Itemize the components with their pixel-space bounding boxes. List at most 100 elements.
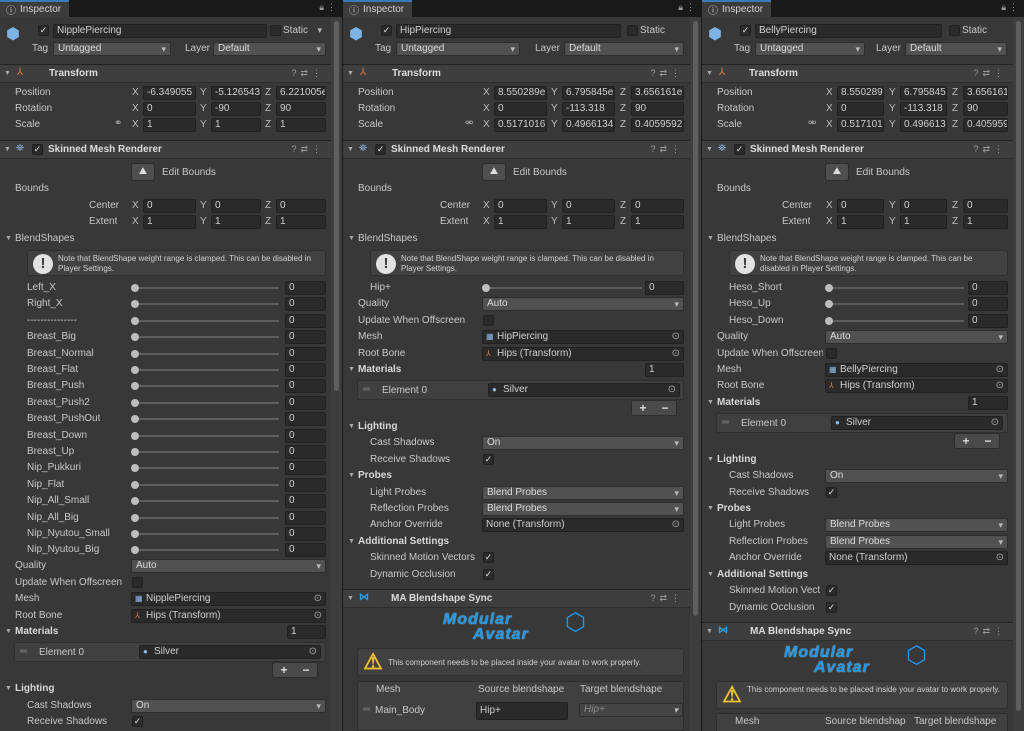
slider-knob[interactable] <box>131 530 139 538</box>
scale-y[interactable]: 1 <box>211 118 261 132</box>
cast-shadows-dropdown[interactable]: On <box>482 436 684 450</box>
add-button[interactable]: + <box>962 434 969 448</box>
slider-track[interactable] <box>137 517 279 519</box>
fold-arrow-icon[interactable]: ▼ <box>706 625 713 639</box>
materials-count[interactable]: 1 <box>645 363 684 377</box>
blendshape-slider[interactable] <box>131 363 279 377</box>
rotation-z[interactable]: 90 <box>963 102 1008 116</box>
drag-handle-icon[interactable]: ═ <box>722 417 729 428</box>
receive-shadows-checkbox[interactable]: ✓ <box>826 487 837 498</box>
component-menu-icons[interactable]: ?⇄⋮ <box>650 593 684 604</box>
extent-x[interactable]: 1 <box>494 215 547 229</box>
remove-button[interactable]: − <box>984 434 991 448</box>
add-button[interactable]: + <box>639 401 646 415</box>
anchor-override-field[interactable]: None (Transform) <box>482 518 684 532</box>
fold-arrow-icon[interactable]: ▼ <box>707 502 714 516</box>
center-z[interactable]: 0 <box>631 199 684 213</box>
scrollbar[interactable] <box>690 17 701 731</box>
blendshape-value-field[interactable]: 0 <box>285 494 326 508</box>
slider-track[interactable] <box>137 418 279 420</box>
tag-dropdown[interactable]: Untagged <box>396 42 520 56</box>
fold-arrow-icon[interactable]: ▼ <box>347 143 354 157</box>
blendshape-value-field[interactable]: 0 <box>285 297 326 311</box>
slider-knob[interactable] <box>131 481 139 489</box>
scale-x[interactable]: 0.517101 <box>837 118 884 132</box>
materials-count[interactable]: 1 <box>287 625 326 639</box>
static-checkbox[interactable] <box>627 25 638 36</box>
layer-dropdown[interactable]: Default <box>905 42 1007 56</box>
cast-shadows-dropdown[interactable]: On <box>825 469 1008 483</box>
slider-track[interactable] <box>137 385 279 387</box>
scale-z[interactable]: 0.4059592 <box>631 118 684 132</box>
slider-knob[interactable] <box>131 300 139 308</box>
blendshape-value-field[interactable]: 0 <box>968 297 1008 311</box>
component-menu-icons[interactable]: ?⇄⋮ <box>650 68 684 79</box>
smr-enabled-checkbox[interactable]: ✓ <box>375 144 386 155</box>
fold-arrow-icon[interactable]: ▼ <box>348 363 355 377</box>
scrollbar[interactable] <box>331 17 342 731</box>
update-offscreen-checkbox[interactable] <box>483 315 494 326</box>
slider-knob[interactable] <box>131 415 139 423</box>
slider-track[interactable] <box>137 303 279 305</box>
blendshape-slider[interactable] <box>131 396 279 410</box>
position-y[interactable]: -5.126543 <box>211 86 261 100</box>
blendshape-value-field[interactable]: 0 <box>285 461 326 475</box>
blendshape-slider[interactable] <box>131 429 279 443</box>
ma-blendshape-sync-header[interactable]: ▼ ⋈ MA Blendshape Sync ?⇄⋮ <box>702 622 1013 641</box>
slider-knob[interactable] <box>131 464 139 472</box>
center-y[interactable]: 0 <box>211 199 261 213</box>
scale-x[interactable]: 0.5171016 <box>494 118 547 132</box>
blendshape-slider[interactable] <box>825 281 964 295</box>
center-x[interactable]: 0 <box>837 199 884 213</box>
position-x[interactable]: 8.550289 <box>837 86 884 100</box>
extent-z[interactable]: 1 <box>631 215 684 229</box>
blendshape-slider[interactable] <box>131 379 279 393</box>
slider-track[interactable] <box>137 336 279 338</box>
blendshape-slider[interactable] <box>131 412 279 426</box>
blendshape-value-field[interactable]: 0 <box>285 347 326 361</box>
slider-knob[interactable] <box>131 333 139 341</box>
blendshape-value-field[interactable]: 0 <box>285 445 326 459</box>
slider-knob[interactable] <box>131 546 139 554</box>
object-name-field[interactable]: BellyPiercing <box>755 24 942 38</box>
position-y[interactable]: 6.795845 <box>900 86 947 100</box>
slider-track[interactable] <box>137 467 279 469</box>
scale-z[interactable]: 0.405959 <box>963 118 1008 132</box>
remove-button[interactable]: − <box>661 401 668 415</box>
layer-dropdown[interactable]: Default <box>213 42 326 56</box>
fold-arrow-icon[interactable]: ▼ <box>707 396 714 410</box>
slider-track[interactable] <box>137 402 279 404</box>
motion-vectors-checkbox[interactable]: ✓ <box>483 552 494 563</box>
slider-knob[interactable] <box>131 382 139 390</box>
edit-bounds-button[interactable]: ⛰ <box>131 163 155 181</box>
scale-y[interactable]: 0.4966134 <box>562 118 615 132</box>
extent-z[interactable]: 1 <box>276 215 326 229</box>
material-field[interactable]: ● Silver <box>139 645 321 659</box>
component-menu-icons[interactable]: ?⇄⋮ <box>973 626 1007 637</box>
slider-knob[interactable] <box>131 448 139 456</box>
position-z[interactable]: 3.656161e <box>631 86 684 100</box>
blendshape-slider[interactable] <box>131 478 279 492</box>
component-menu-icons[interactable]: ?⇄⋮ <box>650 144 684 155</box>
slider-track[interactable] <box>137 484 279 486</box>
component-menu-icons[interactable]: ?⇄⋮ <box>973 68 1007 79</box>
center-y[interactable]: 0 <box>900 199 947 213</box>
smr-header[interactable]: ▼ ⛯ ✓ Skinned Mesh Renderer ?⇄⋮ <box>0 140 331 159</box>
fold-arrow-icon[interactable]: ▼ <box>707 232 714 246</box>
cast-shadows-dropdown[interactable]: On <box>131 699 326 713</box>
fold-arrow-icon[interactable]: ▼ <box>347 67 354 81</box>
fold-arrow-icon[interactable]: ▼ <box>347 592 354 606</box>
blendshape-value-field[interactable]: 0 <box>285 429 326 443</box>
edit-bounds-button[interactable]: ⛰ <box>825 163 849 181</box>
center-x[interactable]: 0 <box>494 199 547 213</box>
reflection-probes-dropdown[interactable]: Blend Probes <box>825 535 1008 549</box>
fold-arrow-icon[interactable]: ▼ <box>5 625 12 639</box>
component-menu-icons[interactable]: ?⇄⋮ <box>973 144 1007 155</box>
rotation-x[interactable]: 0 <box>143 102 196 116</box>
slider-knob[interactable] <box>131 366 139 374</box>
fold-arrow-icon[interactable]: ▼ <box>348 420 355 434</box>
inspector-tab[interactable]: ⓘ Inspector <box>0 0 70 17</box>
remove-button[interactable]: − <box>302 663 309 677</box>
tag-dropdown[interactable]: Untagged <box>53 42 171 56</box>
slider-track[interactable] <box>137 287 279 289</box>
